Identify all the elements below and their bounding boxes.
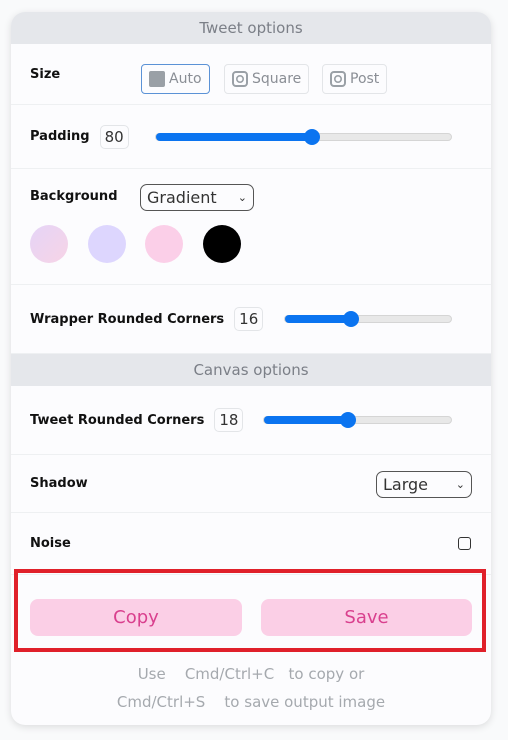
tweet-options-header: Tweet options [11, 12, 491, 44]
slider-thumb[interactable] [304, 129, 321, 145]
size-post-label: Post [350, 71, 380, 87]
padding-value: 80 [99, 124, 129, 149]
noise-checkbox[interactable] [458, 537, 471, 550]
slider-thumb[interactable] [343, 311, 360, 327]
padding-label: Padding [30, 129, 90, 144]
swatch-lavender[interactable] [88, 225, 126, 263]
shadow-select[interactable]: Large ⌄ [376, 471, 472, 498]
options-panel: Tweet options Size Auto Square Post Padd… [11, 12, 491, 725]
swatch-black[interactable] [203, 225, 241, 263]
noise-label: Noise [30, 536, 71, 551]
padding-slider[interactable] [155, 129, 452, 145]
hint-text: Use [137, 665, 166, 683]
copy-button[interactable]: Copy [30, 599, 242, 636]
tweet-corners-value: 18 [214, 408, 244, 432]
size-square-button[interactable]: Square [224, 64, 310, 94]
size-post-button[interactable]: Post [322, 64, 388, 94]
size-label: Size [30, 66, 61, 82]
hint-text: to copy or [288, 665, 365, 683]
save-button[interactable]: Save [261, 599, 472, 636]
swatch-pink[interactable] [145, 225, 183, 263]
size-auto-button[interactable]: Auto [141, 64, 210, 94]
shadow-label: Shadow [30, 476, 88, 491]
instagram-icon [330, 71, 346, 87]
actions-area: Copy Save Use Cmd/Ctrl+C to copy or Cmd/… [11, 569, 491, 713]
noise-row: Noise [11, 513, 491, 575]
swatch-lavender-pink[interactable] [30, 225, 68, 263]
wrapper-corners-label: Wrapper Rounded Corners [30, 311, 225, 327]
chevron-down-icon: ⌄ [237, 191, 247, 204]
chevron-down-icon: ⌄ [455, 478, 465, 491]
wrapper-corners-row: Wrapper Rounded Corners 16 [11, 285, 491, 354]
canvas-options-header: Canvas options [11, 354, 491, 386]
tweet-corners-label: Tweet Rounded Corners [30, 412, 205, 428]
background-row: Background Gradient ⌄ [11, 169, 491, 285]
slider-thumb[interactable] [340, 412, 357, 428]
hint-line-1: Use Cmd/Ctrl+C to copy or [11, 665, 491, 683]
hint-line-2: Cmd/Ctrl+S to save output image [11, 693, 491, 711]
image-icon [149, 71, 165, 87]
shadow-select-value: Large [383, 475, 429, 494]
wrapper-corners-slider[interactable] [284, 311, 452, 327]
hint-text: to save output image [224, 693, 386, 711]
background-select[interactable]: Gradient ⌄ [140, 184, 254, 211]
hint-shortcut-copy: Cmd/Ctrl+C [184, 665, 275, 683]
tweet-corners-slider[interactable] [263, 412, 452, 428]
hint-shortcut-save: Cmd/Ctrl+S [116, 693, 206, 711]
shadow-row: Shadow Large ⌄ [11, 455, 491, 513]
padding-row: Padding 80 [11, 105, 491, 169]
instagram-icon [232, 71, 248, 87]
background-select-value: Gradient [147, 188, 217, 207]
size-square-label: Square [252, 71, 302, 87]
wrapper-corners-value: 16 [234, 307, 264, 331]
size-row: Size Auto Square Post [11, 44, 491, 105]
size-auto-label: Auto [169, 71, 202, 87]
background-label: Background [30, 189, 118, 204]
tweet-corners-row: Tweet Rounded Corners 18 [11, 386, 491, 455]
